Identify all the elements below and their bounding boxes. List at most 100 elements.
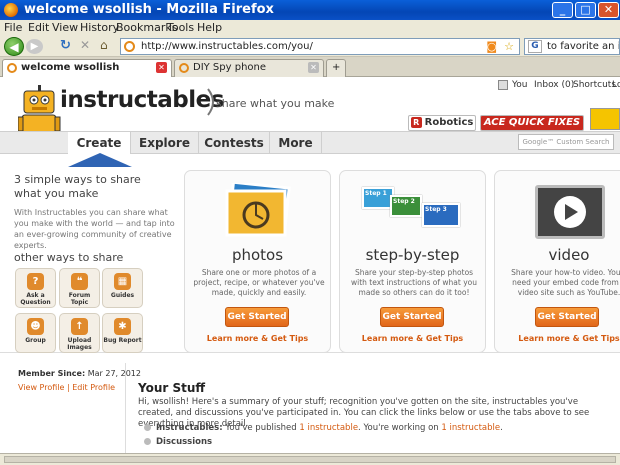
tab-bar: welcome wsollish ✕ DIY Spy phone ✕ + (0, 57, 620, 77)
firefox-icon (4, 3, 18, 17)
menu-bar: File Edit View History Bookmarks Tools H… (0, 20, 620, 35)
photos-icon (225, 183, 291, 237)
nav-contests[interactable]: Contests (199, 132, 270, 154)
play-icon (554, 196, 586, 228)
toplink-you[interactable]: You (512, 80, 528, 90)
tab-favicon (7, 63, 17, 73)
search-input[interactable]: G to favorite an instru (524, 38, 620, 55)
rss-icon[interactable]: ◙ (486, 39, 497, 54)
create-pointer-arrow (68, 153, 132, 167)
back-button[interactable]: ◀ (4, 37, 24, 56)
card-photos: photos Share one or more photos of a pro… (184, 170, 331, 353)
upload-images-button[interactable]: ↑ Upload Images (59, 313, 100, 353)
menu-file[interactable]: File (4, 21, 22, 34)
bullet-icon (144, 438, 151, 445)
step-learn-more-link[interactable]: Learn more & Get Tips (340, 334, 485, 343)
stop-icon[interactable]: ✕ (80, 38, 90, 52)
tab-favicon (179, 63, 189, 73)
bug-icon: ✱ (114, 318, 131, 335)
menu-help[interactable]: Help (197, 21, 222, 34)
photos-get-started-button[interactable]: Get Started (225, 307, 289, 327)
home-icon[interactable]: ⌂ (100, 38, 108, 52)
close-button[interactable]: ✕ (598, 2, 619, 18)
tab-diy-spy-phone[interactable]: DIY Spy phone ✕ (174, 59, 324, 77)
maximize-button[interactable]: □ (575, 2, 596, 18)
toplink-inbox[interactable]: Inbox (0) (534, 80, 574, 90)
site-favicon (124, 41, 135, 52)
published-link[interactable]: 1 instructable (299, 423, 358, 433)
step-get-started-button[interactable]: Get Started (380, 307, 444, 327)
status-bar (0, 453, 620, 465)
google-search-icon[interactable]: G (528, 40, 542, 53)
new-tab-button[interactable]: + (326, 59, 346, 77)
card-step-by-step: Step 1 Step 2 Step 3 step-by-step Share … (339, 170, 486, 353)
tab-label: DIY Spy phone (193, 62, 267, 73)
window-titlebar: welcome wsollish - Mozilla Firefox _ □ ✕ (0, 0, 620, 20)
card-video-title: video (548, 246, 590, 264)
photos-learn-more-link[interactable]: Learn more & Get Tips (185, 334, 330, 343)
forum-topic-button[interactable]: ❝ Forum Topic (59, 268, 100, 308)
search-value: to favorite an instru (547, 41, 619, 52)
card-video-desc: Share your how-to video. You'll need you… (511, 268, 620, 297)
toplink-logout[interactable]: Lo (612, 80, 620, 90)
question-icon: ? (27, 273, 44, 290)
step-3-thumb: Step 3 (422, 203, 460, 227)
your-stuff-heading: Your Stuff (138, 381, 206, 395)
horizontal-scrollbar[interactable] (4, 456, 616, 463)
card-video: video Share your how-to video. You'll ne… (494, 170, 620, 353)
site-search-input[interactable]: Google™ Custom Search (518, 134, 614, 150)
sponsor-robotics[interactable]: R Robotics (408, 115, 476, 131)
user-avatar[interactable] (498, 80, 508, 90)
working-link[interactable]: 1 instructable (441, 423, 500, 433)
shopping-bag-icon[interactable] (590, 108, 620, 130)
create-description: With Instructables you can share what yo… (14, 208, 175, 250)
profile-links: View Profile | Edit Profile (18, 383, 116, 392)
create-heading: 3 simple ways to share what you make (14, 173, 141, 200)
instructables-summary: Instructables: You've published 1 instru… (144, 423, 503, 433)
web-page: instructables share what you make You In… (0, 77, 620, 453)
nav-more[interactable]: More (270, 132, 322, 154)
forward-button[interactable]: ▶ (26, 39, 43, 54)
group-button[interactable]: ☻ Group (15, 313, 56, 353)
card-step-desc: Share your step-by-step photos with text… (351, 268, 477, 297)
group-icon: ☻ (27, 318, 44, 335)
site-tagline: share what you make (216, 97, 335, 110)
card-photos-title: photos (231, 246, 284, 264)
guides-icon: ▦ (114, 273, 131, 290)
reload-icon[interactable]: ↻ (60, 38, 71, 53)
video-learn-more-link[interactable]: Learn more & Get Tips (495, 334, 620, 343)
menu-edit[interactable]: Edit (28, 21, 49, 34)
ask-question-button[interactable]: ? Ask a Question (15, 268, 56, 308)
card-step-title: step-by-step (365, 246, 460, 264)
nav-explore[interactable]: Explore (131, 132, 199, 154)
tab-close-icon[interactable]: ✕ (308, 62, 319, 73)
step-2-thumb: Step 2 (390, 195, 422, 217)
sponsor-ace[interactable]: ACE QUICK FIXES (480, 115, 584, 131)
edit-profile-link[interactable]: Edit Profile (72, 383, 115, 392)
upload-icon: ↑ (71, 318, 88, 335)
bookmark-star-icon[interactable]: ☆ (504, 39, 514, 54)
nav-create[interactable]: Create (68, 132, 131, 154)
tab-close-icon[interactable]: ✕ (156, 62, 167, 73)
minimize-button[interactable]: _ (552, 2, 573, 18)
member-since: Member Since: Mar 27, 2012 (18, 369, 141, 378)
tab-label: welcome wsollish (21, 62, 120, 73)
other-ways-heading: other ways to share (14, 251, 124, 264)
window-title: welcome wsollish - Mozilla Firefox (24, 2, 274, 17)
discussions-summary: Discussions (144, 437, 212, 447)
bullet-icon (144, 424, 151, 431)
menu-tools[interactable]: Tools (167, 21, 194, 34)
video-screen (535, 185, 605, 239)
guides-button[interactable]: ▦ Guides (102, 268, 143, 308)
video-get-started-button[interactable]: Get Started (535, 307, 599, 327)
address-bar[interactable]: http://www.instructables.com/you/ ◙ ☆ (120, 38, 520, 55)
tab-welcome[interactable]: welcome wsollish ✕ (2, 59, 172, 77)
view-profile-link[interactable]: View Profile (18, 383, 64, 392)
site-logo[interactable]: instructables (60, 87, 224, 113)
menu-history[interactable]: History (80, 21, 119, 34)
address-url: http://www.instructables.com/you/ (141, 41, 313, 52)
bug-report-button[interactable]: ✱ Bug Report (102, 313, 143, 353)
toplink-shortcuts[interactable]: Shortcuts (573, 80, 616, 90)
robotics-icon: R (410, 117, 422, 128)
menu-view[interactable]: View (52, 21, 78, 34)
